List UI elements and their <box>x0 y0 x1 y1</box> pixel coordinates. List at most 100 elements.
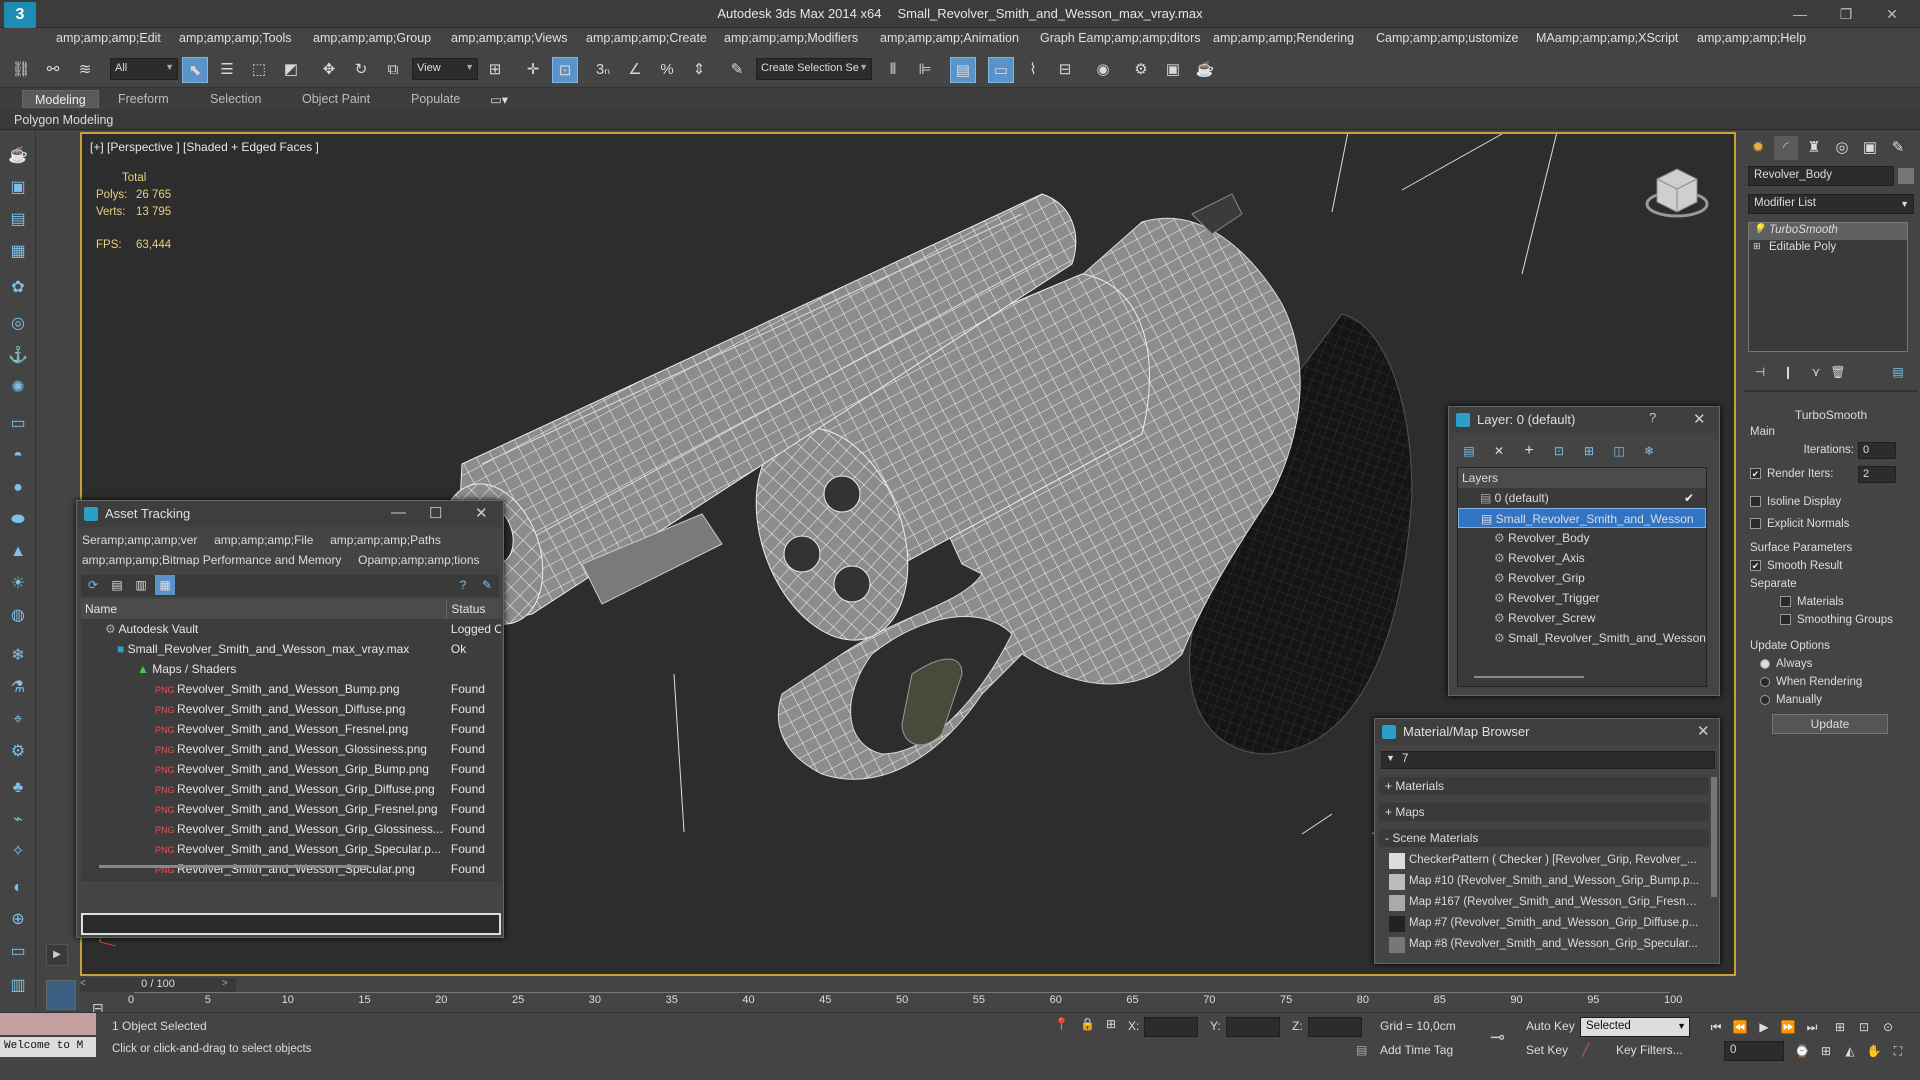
goto-end-icon[interactable]: ⏭ <box>1802 1017 1822 1037</box>
table-row[interactable]: PNG Revolver_Smith_and_Wesson_Grip_Gloss… <box>81 819 501 839</box>
show-end-result-icon[interactable]: ❙ <box>1778 362 1798 382</box>
key-set-dropdown[interactable]: Selected ▼ <box>1580 1017 1690 1037</box>
utilities-tab-icon[interactable]: ✎ <box>1886 136 1910 160</box>
next-frame-icon[interactable]: > <box>222 978 228 989</box>
minimize-icon[interactable]: — <box>391 504 406 521</box>
configure-sets-icon[interactable]: ▤ <box>1888 362 1908 382</box>
menu-group[interactable]: amp;amp;amp;Group <box>313 31 431 45</box>
dome-icon[interactable]: ◓ <box>6 444 30 468</box>
unlink-icon[interactable]: ⚯ <box>40 57 66 83</box>
menu-views[interactable]: amp;amp;amp;Views <box>451 31 568 45</box>
object-name-field[interactable]: Revolver_Body <box>1748 166 1894 186</box>
close-icon[interactable]: ✕ <box>1693 410 1706 428</box>
select-by-name-icon[interactable]: ☰ <box>214 57 240 83</box>
table-row[interactable]: PNG Revolver_Smith_and_Wesson_Grip_Bump.… <box>81 759 501 779</box>
absolute-mode-icon[interactable]: ⊞ <box>1106 1017 1116 1031</box>
y-coordinate-field[interactable] <box>1226 1017 1280 1037</box>
tab-freeform[interactable]: Freeform <box>118 92 169 106</box>
list-item[interactable]: Map #167 (Revolver_Smith_and_Wesson_Grip… <box>1389 893 1701 914</box>
hide-all-icon[interactable]: ◫ <box>1609 441 1629 461</box>
menu-rendering[interactable]: amp;amp;amp;Rendering <box>1213 31 1354 45</box>
list-item[interactable]: CheckerPattern ( Checker ) [Revolver_Gri… <box>1389 851 1701 872</box>
layer-item[interactable]: ⚙ Revolver_Screw <box>1458 608 1706 628</box>
layers-icon[interactable]: ▥ <box>6 974 30 998</box>
cylinder-icon[interactable]: ⬬ <box>6 508 30 532</box>
layer-item[interactable]: ⚙ Revolver_Grip <box>1458 568 1706 588</box>
current-frame-field[interactable]: 0 <box>1724 1041 1784 1061</box>
column-header-status[interactable]: Status <box>447 599 501 619</box>
polygon-modeling-label[interactable]: Polygon Modeling <box>14 113 113 127</box>
maxscript-listener-pink[interactable] <box>0 1013 96 1035</box>
spinner-snap-icon[interactable]: ⇕ <box>686 57 712 83</box>
table-icon[interactable]: ▦ <box>6 240 30 264</box>
tab-populate[interactable]: Populate <box>411 92 460 106</box>
layer-scrollbar[interactable] <box>1474 676 1584 678</box>
layer-item-selected[interactable]: ▤ Small_Revolver_Smith_and_Wesson <box>1458 508 1706 528</box>
timeline-ruler[interactable]: 0 5 10 15 20 25 30 35 40 45 50 55 60 65 70 75 80 85 90 95 10… <box>128 992 1682 1008</box>
modify-tab-icon[interactable]: ◜ <box>1774 136 1798 160</box>
table-row[interactable]: ■ Small_Revolver_Smith_and_Wesson_max_vr… <box>81 639 501 659</box>
snow-icon[interactable]: ❄ <box>6 644 30 668</box>
hair-icon[interactable]: ⌁ <box>6 808 30 832</box>
pin-stack-icon[interactable]: ⊣ <box>1750 362 1770 382</box>
table-row[interactable]: PNG Revolver_Smith_and_Wesson_Grip_Specu… <box>81 839 501 859</box>
clipboard-icon[interactable]: ▤ <box>6 208 30 232</box>
expand-tools-button[interactable]: ▶ <box>46 944 68 966</box>
layer-item[interactable]: ⚙ Revolver_Axis <box>1458 548 1706 568</box>
goto-start-icon[interactable]: ⏮ <box>1706 1017 1726 1037</box>
zoom-icon[interactable]: ⊕ <box>6 908 30 932</box>
layer-manager-icon[interactable]: ▤ <box>950 57 976 83</box>
select-in-layer-icon[interactable]: ⊡ <box>1549 441 1569 461</box>
lock-selection-icon[interactable]: 🔒 <box>1080 1017 1095 1031</box>
menu-modifiers[interactable]: amp;amp;amp;Modifiers <box>724 31 858 45</box>
teapot-icon[interactable]: ☕ <box>6 144 30 168</box>
group-scene-materials[interactable]: - Scene Materials <box>1379 829 1709 847</box>
layer-item[interactable]: ⚙ Revolver_Body <box>1458 528 1706 548</box>
list-item[interactable]: Map #7 (Revolver_Smith_and_Wesson_Grip_D… <box>1389 914 1701 935</box>
ribbon-options-icon[interactable]: ▭▾ <box>490 92 508 107</box>
particles-icon[interactable]: ✺ <box>6 376 30 400</box>
orbit-icon[interactable]: ⊙ <box>1878 1017 1898 1037</box>
maxscript-mini-listener[interactable]: Welcome to M <box>0 1037 96 1057</box>
table-row[interactable]: PNG Revolver_Smith_and_Wesson_Specular.p… <box>81 859 501 879</box>
material-editor-icon[interactable]: ◉ <box>1090 57 1116 83</box>
material-browser-title-bar[interactable]: Material/Map Browser <box>1375 719 1719 745</box>
refresh-icon[interactable]: ⟳ <box>83 575 103 595</box>
pivot-center-icon[interactable]: ⊞ <box>482 57 508 83</box>
bind-space-warp-icon[interactable]: ≋ <box>72 57 98 83</box>
gear-icon[interactable]: ⚙ <box>6 740 30 764</box>
snaps-toggle-icon[interactable]: 3ₙ <box>590 57 616 83</box>
render-setup-icon[interactable]: ⚙ <box>1128 57 1154 83</box>
align-icon[interactable]: ⊫ <box>912 57 938 83</box>
delete-layer-icon[interactable]: ✕ <box>1489 441 1509 461</box>
z-coordinate-field[interactable] <box>1308 1017 1362 1037</box>
isolate-selection-icon[interactable]: 📍 <box>1054 1017 1069 1031</box>
schematic-view-icon[interactable]: ⊟ <box>1052 57 1078 83</box>
box-icon[interactable]: ▭ <box>6 412 30 436</box>
active-layer-check-icon[interactable]: ✔ <box>1684 491 1694 505</box>
isoline-checkbox[interactable] <box>1750 496 1761 508</box>
cone-icon[interactable]: ▲ <box>6 540 30 564</box>
list-item[interactable]: Map #8 (Revolver_Smith_and_Wesson_Grip_S… <box>1389 935 1701 956</box>
table-row[interactable]: PNG Revolver_Smith_and_Wesson_Grip_Diffu… <box>81 779 501 799</box>
table-row[interactable]: PNG Revolver_Smith_and_Wesson_Fresnel.pn… <box>81 719 501 739</box>
table-row[interactable]: PNG Revolver_Smith_and_Wesson_Glossiness… <box>81 739 501 759</box>
key-icon[interactable]: ⊸ <box>1490 1027 1505 1048</box>
mirror-icon[interactable]: ⫴ <box>880 57 906 83</box>
thumb-view-icon[interactable]: ▥ <box>131 575 151 595</box>
mini-curve-editor-button[interactable] <box>46 980 76 1010</box>
minimize-button[interactable]: — <box>1780 2 1820 26</box>
material-scrollbar[interactable] <box>1711 777 1717 897</box>
monitor-icon[interactable]: ▭ <box>6 940 30 964</box>
layer-item[interactable]: ▤ 0 (default) ✔ <box>1458 488 1706 508</box>
camera-icon[interactable]: ◎ <box>6 312 30 336</box>
close-button[interactable]: ✕ <box>1872 2 1912 26</box>
percent-snap-icon[interactable]: % <box>654 57 680 83</box>
keyboard-shortcut-override-icon[interactable]: ⊡ <box>552 57 578 83</box>
freeze-all-icon[interactable]: ❄ <box>1639 441 1659 461</box>
remove-modifier-icon[interactable]: 🗑 <box>1828 362 1848 382</box>
viewport-label[interactable]: [+] [Perspective ] [Shaded + Edged Faces… <box>90 140 319 154</box>
hierarchy-tab-icon[interactable]: ♜ <box>1802 136 1826 160</box>
table-row[interactable]: ▲ Maps / Shaders <box>81 659 501 679</box>
add-time-tag[interactable]: Add Time Tag <box>1380 1043 1453 1057</box>
